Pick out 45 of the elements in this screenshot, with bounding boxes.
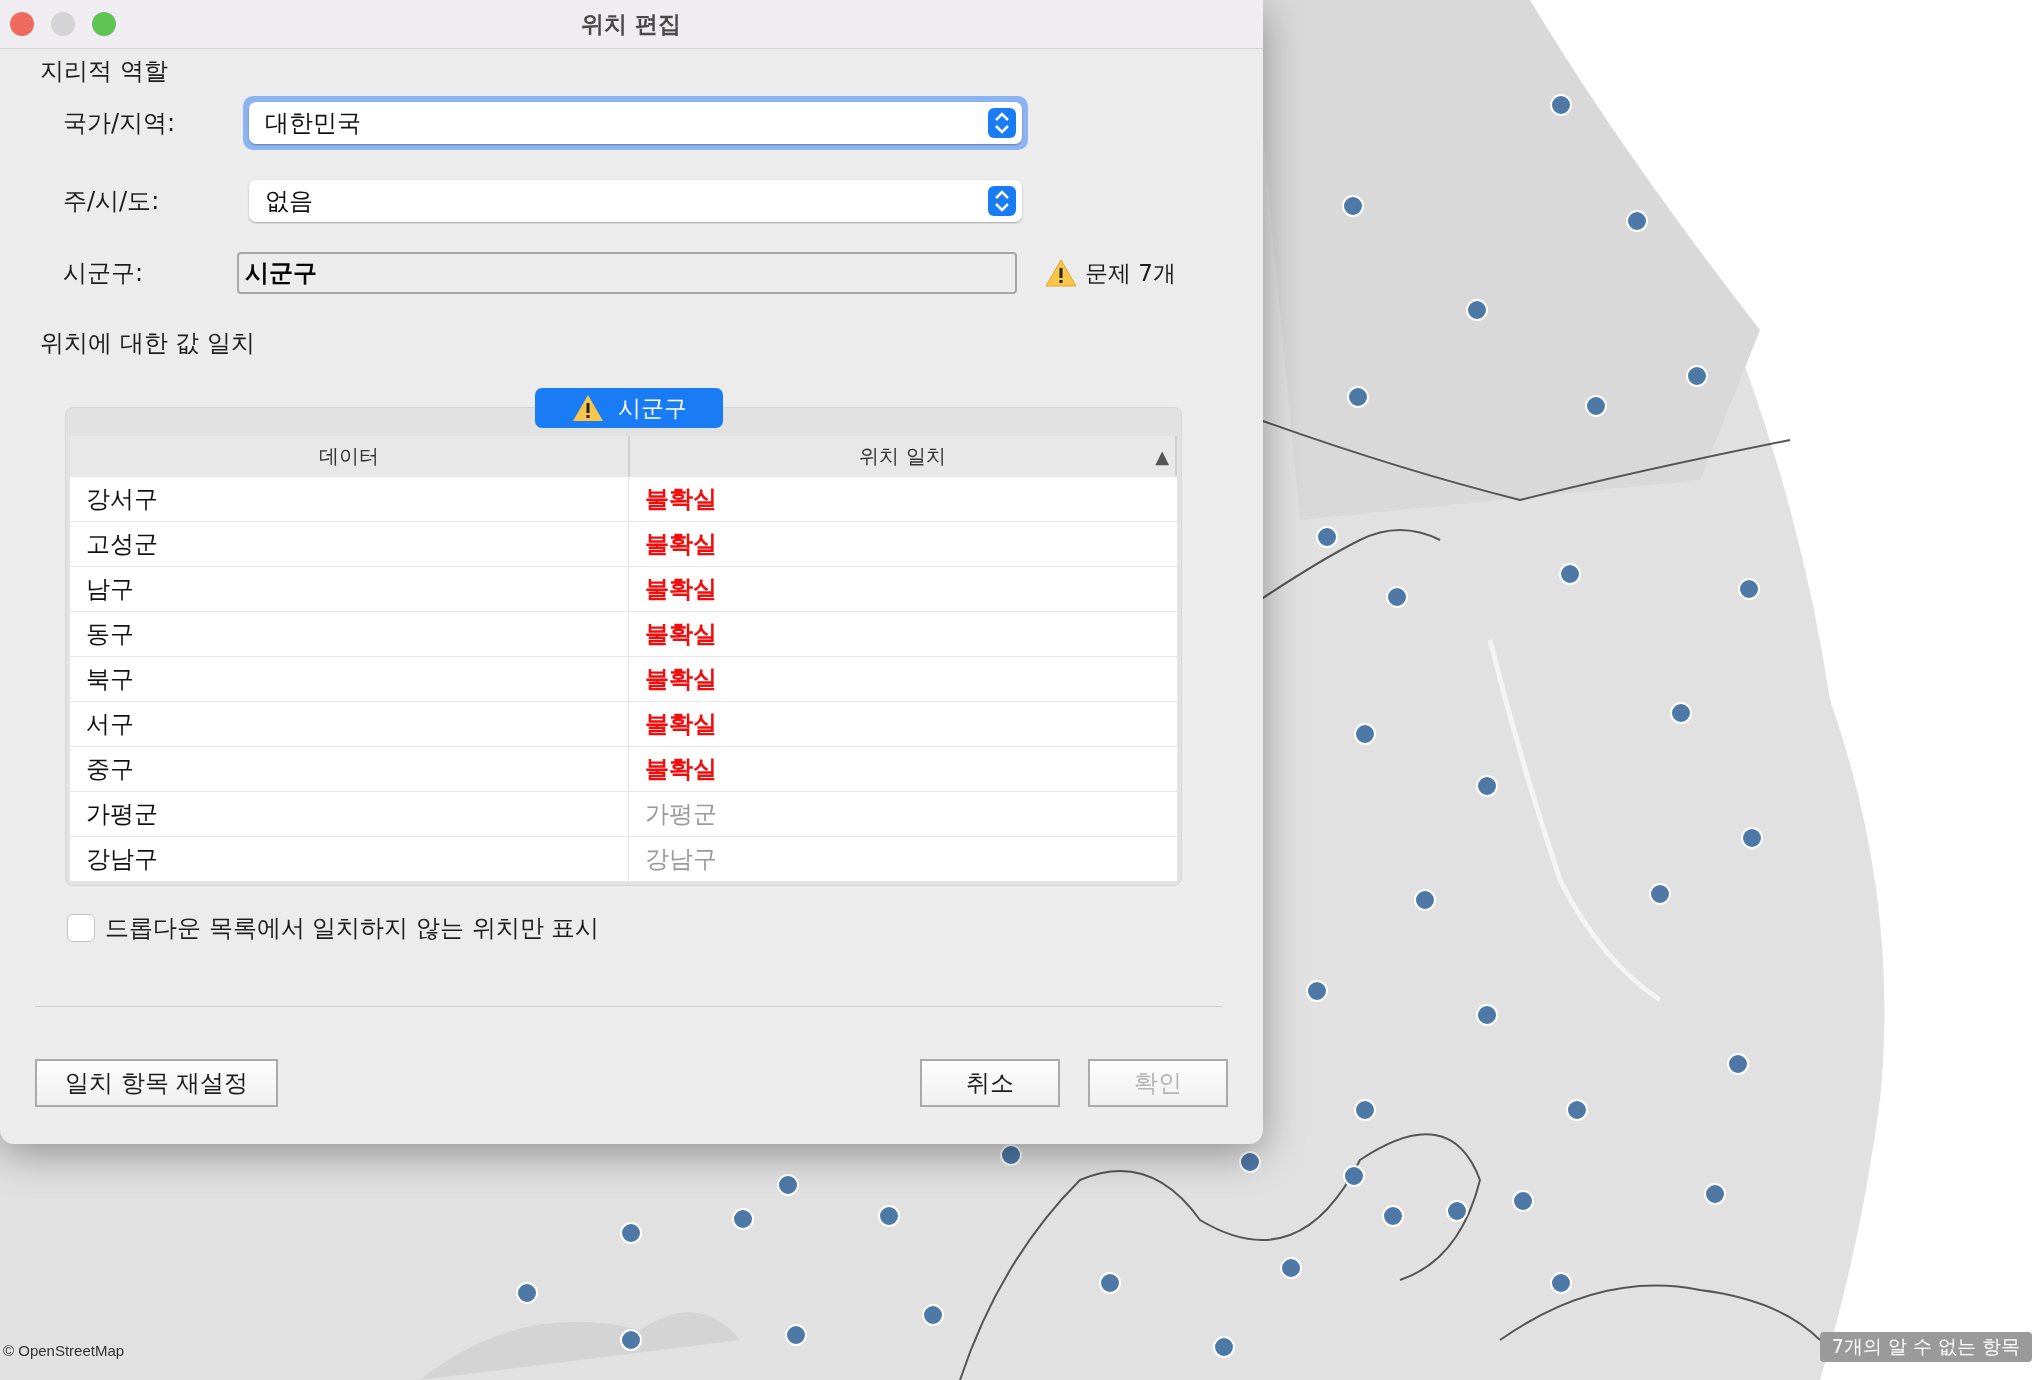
minimize-button[interactable] <box>51 12 75 36</box>
unknown-items-badge[interactable]: 7개의 알 수 없는 항목 <box>1819 1332 2032 1362</box>
table-cell[interactable]: 가평군 <box>629 792 717 836</box>
table-cell: 가평군 <box>70 792 629 836</box>
dropdown[interactable]: 없음 <box>249 180 1022 222</box>
zoom-button[interactable] <box>92 12 116 36</box>
table-cell: 고성군 <box>70 522 629 566</box>
table-cell: 남구 <box>70 567 629 611</box>
warning-icon <box>1045 259 1077 287</box>
table-cell[interactable]: 불확실 <box>629 747 717 791</box>
table-cell: 강남구 <box>70 837 629 881</box>
field-label: 국가/지역: <box>63 108 177 139</box>
tab[interactable]: 시군구 <box>535 388 723 428</box>
close-button[interactable] <box>10 12 34 36</box>
table-cell[interactable]: 불확실 <box>629 612 717 656</box>
section-heading: 위치에 대한 값 일치 <box>40 328 255 359</box>
column-header[interactable]: 데이터 <box>70 436 630 476</box>
column-header[interactable]: 위치 일치 ▲ <box>630 436 1177 476</box>
table-cell[interactable]: 강남구 <box>629 837 717 881</box>
checkbox-label: 드롭다운 목록에서 일치하지 않는 위치만 표시 <box>105 913 600 944</box>
dropdown[interactable]: 대한민국 <box>249 102 1022 144</box>
input-field[interactable]: 시군구 <box>237 252 1017 294</box>
window-title: 위치 편집 <box>581 9 682 39</box>
field-label: 주/시/도: <box>63 186 161 217</box>
warning-icon <box>571 394 604 422</box>
table-cell[interactable]: 불확실 <box>629 567 717 611</box>
table-cell: 중구 <box>70 747 629 791</box>
reset-button[interactable]: 일치 항목 재설정 <box>35 1059 279 1107</box>
section-heading: 지리적 역할 <box>40 56 168 87</box>
table-cell: 서구 <box>70 702 629 746</box>
cancel-button[interactable]: 취소 <box>920 1059 1060 1107</box>
table-cell[interactable]: 불확실 <box>629 522 717 566</box>
table-cell: 강서구 <box>70 477 629 521</box>
issue-count: 문제 7개 <box>1085 258 1176 288</box>
chevron-updown-icon <box>988 186 1016 216</box>
chevron-updown-icon <box>988 108 1016 138</box>
table-cell[interactable]: 불확실 <box>629 477 717 521</box>
table-cell[interactable]: 불확실 <box>629 657 717 701</box>
table-cell[interactable]: 불확실 <box>629 702 717 746</box>
table-cell: 북구 <box>70 657 629 701</box>
sort-indicator[interactable]: ▲ <box>1155 445 1169 467</box>
table-cell: 동구 <box>70 612 629 656</box>
checkbox[interactable] <box>67 914 95 942</box>
map-attribution: © OpenStreetMap <box>3 1342 125 1359</box>
field-label: 시군구: <box>63 258 145 289</box>
